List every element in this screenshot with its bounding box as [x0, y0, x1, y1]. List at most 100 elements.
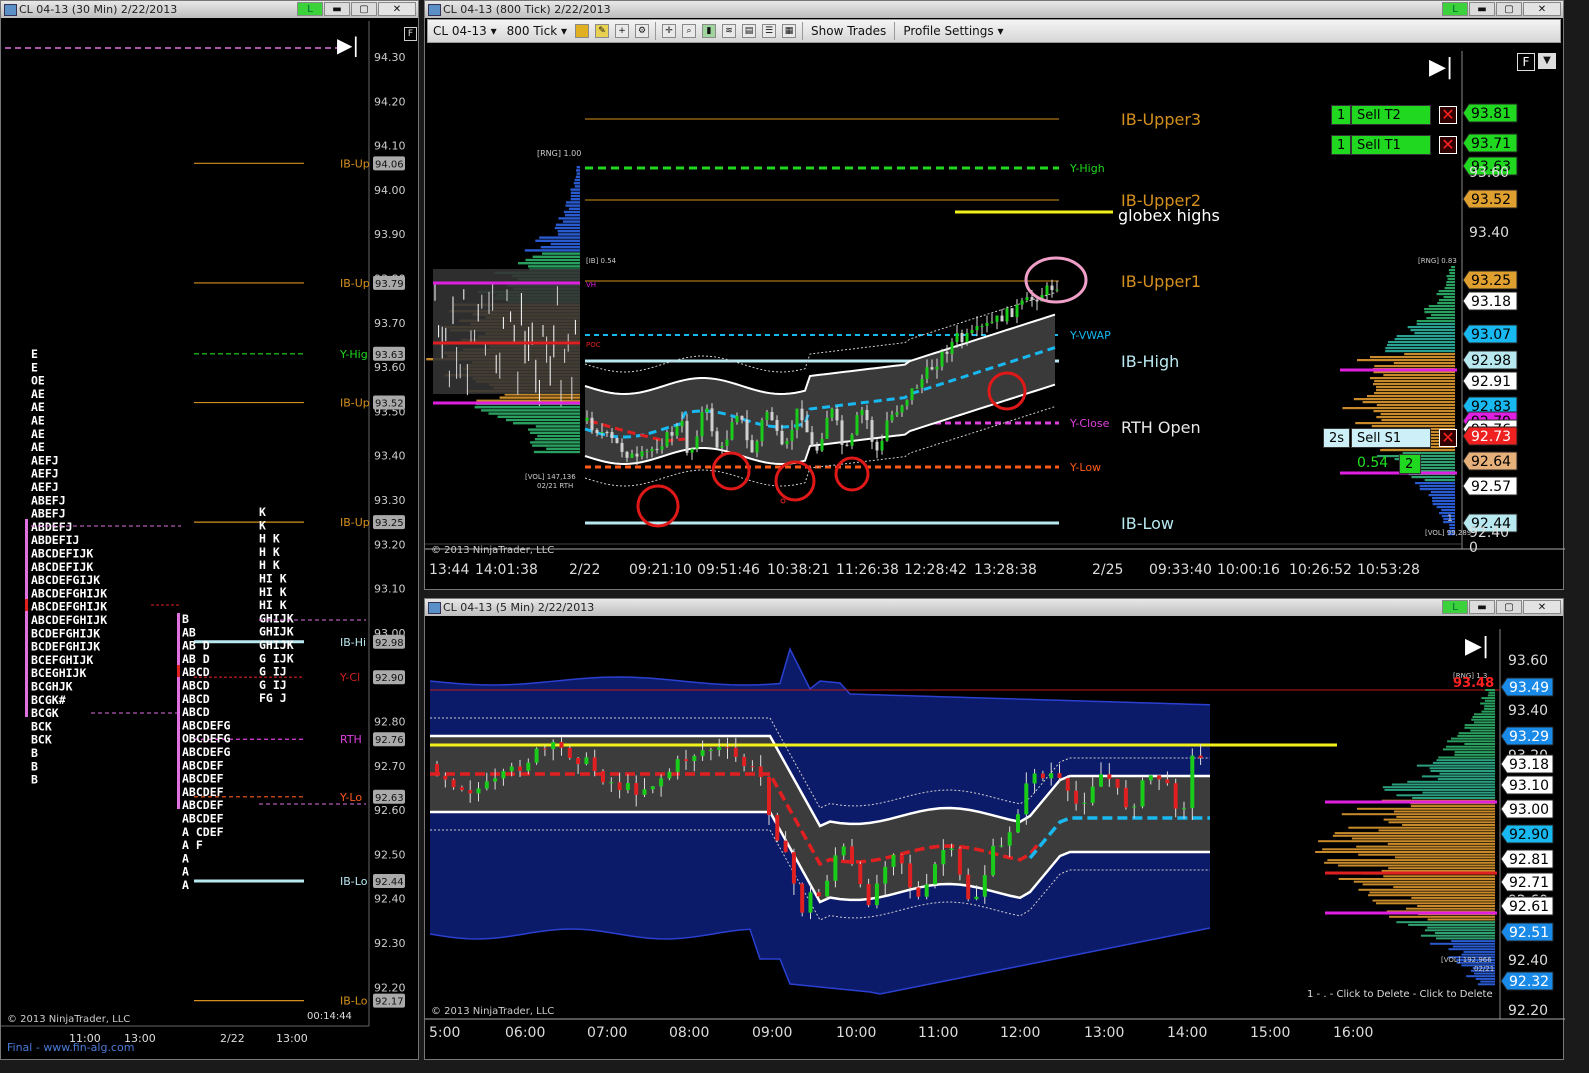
cancel-t2-icon[interactable]: ✕: [1439, 106, 1457, 124]
volume-bar: [1457, 734, 1495, 737]
volume-bar: [1374, 380, 1455, 383]
candle-body: [665, 432, 669, 447]
tpo-chart-canvas[interactable]: 94.3094.2094.1094.0093.9093.8093.7093.60…: [1, 1, 420, 1061]
tpo-row: OE: [31, 374, 45, 388]
level-label: Y-VWAP: [1069, 329, 1111, 342]
candle-body: [775, 420, 779, 431]
tpo-row: AE: [31, 427, 45, 441]
price-tag: 92.64: [1471, 454, 1511, 470]
candle-body: [559, 742, 564, 748]
level-label: IB-Up: [340, 397, 370, 410]
volume-bar: [1380, 413, 1455, 416]
cancel-s1-icon[interactable]: ✕: [1439, 429, 1457, 447]
tpo-row: HI K: [259, 598, 287, 612]
tpo-row: GHIJK: [259, 611, 294, 625]
ib-range-label: [IB] 0.54: [586, 257, 617, 265]
footer-link[interactable]: Final - www.fin-alg.com: [7, 1041, 134, 1054]
volume-bar: [1434, 932, 1495, 934]
copyright-text: © 2013 NinjaTrader, LLC: [431, 1006, 554, 1017]
candle-body: [755, 441, 759, 453]
volume-bar: [1334, 832, 1495, 835]
tpo-row: B: [31, 773, 38, 787]
tpo-row: BCGK#: [31, 693, 66, 707]
candle-body: [1115, 778, 1120, 788]
candle-body: [995, 315, 999, 322]
candle-body: [685, 420, 689, 453]
volume-bar: [1424, 311, 1455, 314]
volume-bar: [1466, 975, 1495, 978]
candle-body: [765, 411, 769, 421]
prior-day-band: [433, 269, 580, 394]
candle-body: [1049, 773, 1054, 779]
level-label: RTH: [340, 733, 362, 746]
candle-body: [899, 854, 904, 864]
scroll-down-icon[interactable]: ▼: [1538, 53, 1556, 69]
volume-bar: [1463, 950, 1495, 953]
volume-bar: [1369, 377, 1455, 380]
range-label: [RNG] 0.83: [1418, 257, 1457, 265]
price-tag: 93.49: [1509, 680, 1549, 696]
volume-bar: [1452, 945, 1495, 948]
volume-bar: [562, 220, 580, 223]
price-tick-label: 94.30: [374, 51, 406, 64]
tpo-row: BCGHJK: [31, 680, 73, 694]
volume-bar: [1407, 780, 1495, 783]
tpo-row: GHIJK: [259, 625, 294, 639]
go-to-end-icon[interactable]: ▶|: [1429, 57, 1453, 79]
candle-body: [493, 778, 498, 782]
volume-bar: [1410, 805, 1495, 808]
candle-body: [705, 408, 709, 413]
tpo-row: H K: [259, 532, 280, 546]
volume-bar: [1448, 948, 1495, 951]
volume-bar: [570, 198, 580, 201]
sell-t1-qty[interactable]: 1: [1331, 135, 1352, 155]
tpo-row: GHIJK: [259, 638, 294, 652]
time-tick-label: 09:00: [752, 1025, 792, 1041]
sell-t2-qty[interactable]: 1: [1331, 105, 1352, 125]
volume-bar: [566, 201, 580, 204]
tick-chart-canvas[interactable]: POC VH [RNG] 1.00 [VOL] 147,13602/21 RTH [IB…: [425, 1, 1565, 591]
candle-body: [690, 448, 694, 453]
volume-label: [VOL] 99,289: [1425, 529, 1471, 537]
candle-body: [815, 445, 819, 451]
volume-bar: [1376, 416, 1455, 419]
f-box[interactable]: F: [1517, 53, 1535, 71]
candle-body: [710, 408, 714, 432]
vh-label: VH: [586, 281, 596, 289]
price-tick-label: 92.70: [374, 760, 406, 773]
price-tag: 92.63: [375, 793, 404, 804]
volume-bar: [1404, 353, 1455, 356]
candle-body: [1074, 790, 1079, 804]
sell-t1-order[interactable]: Sell T1: [1351, 135, 1431, 155]
tpo-row: ABCDEF: [182, 772, 224, 786]
level-label: IB-Hi: [340, 636, 366, 649]
price-tag: 93.29: [1509, 729, 1549, 745]
go-to-end-icon[interactable]: ▶|: [1465, 636, 1489, 658]
sell-t2-order[interactable]: Sell T2: [1351, 105, 1431, 125]
volume-bar: [1407, 326, 1455, 329]
price-tick-label: 93.70: [374, 317, 406, 330]
volume-bar: [557, 233, 580, 236]
candle-body: [850, 846, 854, 865]
candle-body: [584, 757, 589, 765]
candle-body: [880, 440, 884, 451]
volume-bar: [1387, 341, 1455, 344]
f-box[interactable]: F: [404, 27, 417, 41]
sell-s1-qty[interactable]: 2s: [1323, 428, 1351, 448]
volume-bar: [546, 447, 580, 450]
volume-bar: [1324, 861, 1495, 864]
volume-bar: [570, 194, 580, 198]
volume-bar: [1383, 818, 1495, 821]
position-qty[interactable]: 2: [1399, 454, 1421, 474]
volume-bar: [1396, 921, 1495, 924]
candle-body: [459, 787, 464, 791]
volume-label: [VOL] 192,966: [1441, 956, 1492, 964]
sell-s1-order[interactable]: Sell S1: [1351, 428, 1431, 448]
cancel-t1-icon[interactable]: ✕: [1439, 136, 1457, 154]
five-min-chart-canvas[interactable]: [RNG] 1.3[VOL] 192,96602/2193.4893.6093.…: [425, 599, 1565, 1061]
volume-bar: [563, 210, 580, 214]
price-tag: 94.06: [375, 159, 404, 170]
volume-bar: [1389, 915, 1495, 918]
volume-bar: [541, 252, 580, 255]
go-to-end-icon[interactable]: ▶|: [337, 35, 359, 55]
